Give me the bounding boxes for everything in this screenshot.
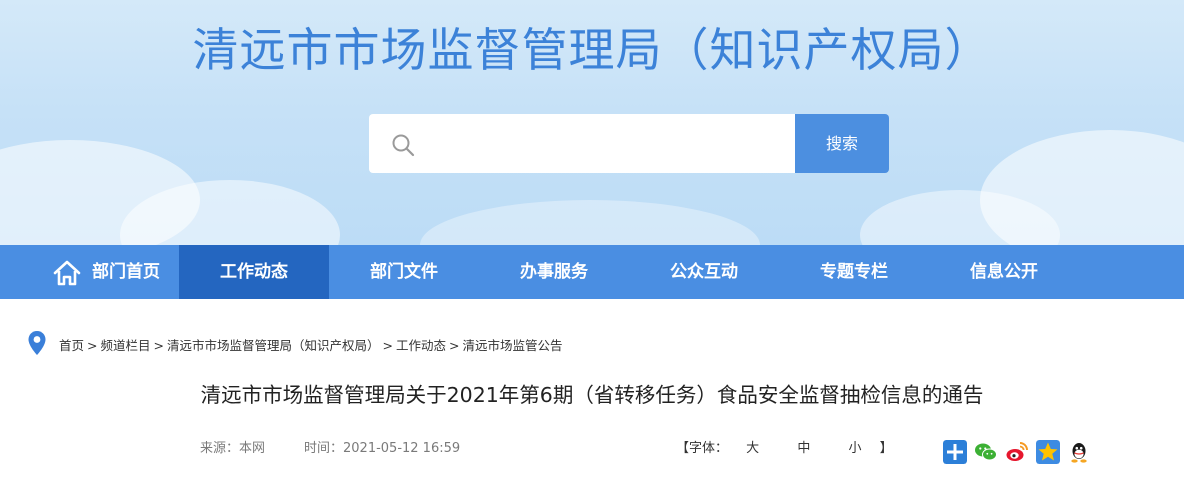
- site-title: 清远市市场监督管理局（知识产权局）: [192, 23, 992, 77]
- location-pin-icon: [28, 331, 46, 355]
- breadcrumb-home[interactable]: 首页: [59, 338, 84, 353]
- nav-item-home[interactable]: 部门首页: [36, 245, 179, 299]
- font-size-medium-button[interactable]: 中: [797, 437, 810, 456]
- main-nav: 部门首页 工作动态 部门文件 办事服务 公众互动 专题专栏 信息公开: [0, 245, 1184, 299]
- article-source: 来源：本网: [200, 441, 266, 456]
- cloud-decoration: [420, 200, 760, 245]
- breadcrumb-announcements[interactable]: 清远市场监管公告: [463, 338, 563, 353]
- weibo-icon[interactable]: [1005, 440, 1029, 464]
- breadcrumb-separator: >: [153, 338, 164, 353]
- nav-item-info-disclosure[interactable]: 信息公开: [929, 245, 1079, 299]
- wechat-icon[interactable]: [974, 440, 998, 464]
- qq-icon[interactable]: [1067, 440, 1091, 464]
- breadcrumb-separator: >: [87, 338, 98, 353]
- breadcrumb-separator: >: [449, 338, 460, 353]
- breadcrumb-separator: >: [382, 338, 393, 353]
- search-box: [369, 114, 795, 173]
- share-plus-icon[interactable]: [943, 440, 967, 464]
- breadcrumb-channels[interactable]: 频道栏目: [101, 338, 151, 353]
- nav-item-services[interactable]: 办事服务: [479, 245, 629, 299]
- search-icon: [392, 134, 415, 157]
- home-icon: [53, 260, 81, 286]
- font-size-control: 【字体： 大 中 小 】: [676, 437, 893, 456]
- nav-label: 部门首页: [92, 262, 160, 282]
- font-size-small-button[interactable]: 小: [848, 437, 861, 456]
- font-size-large-button[interactable]: 大: [746, 437, 759, 456]
- search-input[interactable]: [425, 126, 785, 161]
- breadcrumb: 首页 > 频道栏目 > 清远市市场监督管理局（知识产权局） > 工作动态 > 清远市场监管公告: [59, 335, 563, 354]
- breadcrumb-work-news[interactable]: 工作动态: [396, 338, 446, 353]
- article-time: 时间：2021-05-12 16:59: [304, 441, 461, 456]
- font-size-label-close: 】: [879, 441, 893, 456]
- nav-item-interaction[interactable]: 公众互动: [629, 245, 779, 299]
- breadcrumb-department[interactable]: 清远市市场监督管理局（知识产权局）: [167, 338, 380, 353]
- search-button[interactable]: 搜索: [795, 114, 889, 173]
- nav-item-topics[interactable]: 专题专栏: [779, 245, 929, 299]
- article-title: 清远市市场监督管理局关于2021年第6期（省转移任务）食品安全监督抽检信息的通告: [200, 383, 984, 407]
- nav-item-department-docs[interactable]: 部门文件: [329, 245, 479, 299]
- font-size-label: 【字体：: [676, 441, 729, 456]
- qzone-icon[interactable]: [1036, 440, 1060, 464]
- nav-item-work-news[interactable]: 工作动态: [179, 245, 329, 299]
